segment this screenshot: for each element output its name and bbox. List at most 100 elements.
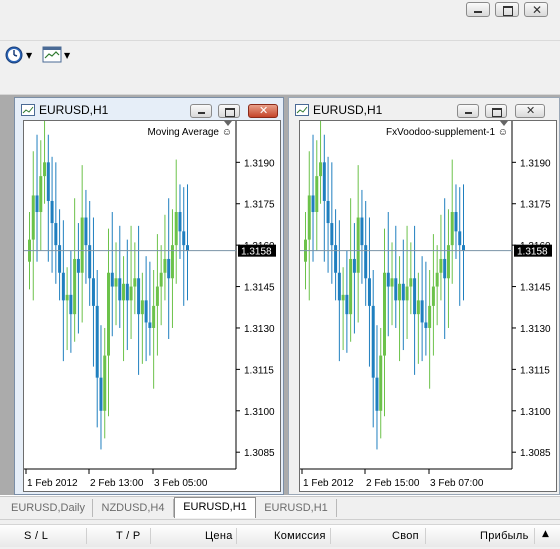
candle-body xyxy=(375,377,379,411)
x-tick-label: 2 Feb 15:00 xyxy=(366,478,420,489)
candle-body xyxy=(65,294,69,301)
window-maximize-button[interactable] xyxy=(485,104,507,118)
candle-body xyxy=(390,278,394,287)
column-divider[interactable] xyxy=(534,528,535,544)
window-minimize-button[interactable] xyxy=(457,104,479,118)
shift-marker-icon xyxy=(224,121,232,126)
column-divider[interactable] xyxy=(330,528,331,544)
column-price[interactable]: Цена xyxy=(205,530,233,542)
candle-body xyxy=(39,176,43,213)
candle-body xyxy=(148,322,152,328)
chart-window-dropdown-button[interactable]: ▼ xyxy=(42,45,70,65)
chart-window-icon xyxy=(42,46,62,63)
candle-body xyxy=(61,272,65,301)
candle-body xyxy=(307,195,311,240)
column-sl[interactable]: S / L xyxy=(24,530,48,542)
candle-body xyxy=(458,231,462,246)
candle-body xyxy=(133,278,137,287)
price-tag-label: 1.3158 xyxy=(517,247,548,258)
app-restore-button[interactable] xyxy=(495,2,519,17)
candle-body xyxy=(356,217,360,273)
candle-body xyxy=(383,272,386,356)
restore-icon xyxy=(503,6,513,16)
indicator-label: Moving Average ☺ xyxy=(147,127,232,138)
candle-body xyxy=(174,212,178,246)
minimize-icon xyxy=(474,11,482,13)
candle-body xyxy=(73,258,77,315)
y-tick-label: 1.3175 xyxy=(244,200,275,211)
candle-body xyxy=(371,305,375,378)
column-commission[interactable]: Комиссия xyxy=(274,530,326,542)
window-maximize-button[interactable] xyxy=(218,104,240,118)
column-profit[interactable]: Прибыль xyxy=(480,530,529,542)
column-tp[interactable]: T / P xyxy=(116,530,141,542)
y-tick-label: 1.3085 xyxy=(520,448,551,459)
column-divider[interactable] xyxy=(425,528,426,544)
x-tick-label: 1 Feb 2012 xyxy=(27,478,78,489)
candle-body xyxy=(114,278,118,287)
candle-body xyxy=(125,283,129,301)
window-close-button[interactable]: ✕ xyxy=(248,104,278,118)
candle-body xyxy=(31,195,35,240)
candle-body xyxy=(326,200,330,224)
candle-body xyxy=(80,217,84,273)
y-tick-label: 1.3130 xyxy=(520,324,551,335)
candle-body xyxy=(439,258,443,273)
column-divider[interactable] xyxy=(236,528,237,544)
close-icon: ✕ xyxy=(259,104,269,117)
window-title-text: EURUSD,H1 xyxy=(39,103,109,117)
candle-body xyxy=(330,223,334,246)
chart-canvas: Moving Average ☺1.31901.31751.31601.3145… xyxy=(24,121,276,489)
tab-eurusd-h1[interactable]: EURUSD,H1 xyxy=(256,499,337,517)
price-chart[interactable]: Moving Average ☺1.31901.31751.31601.3145… xyxy=(23,120,281,492)
clock-dropdown-button[interactable]: ▼ xyxy=(4,45,32,65)
app-minimize-button[interactable] xyxy=(466,2,490,17)
candle-body xyxy=(137,278,141,315)
column-divider[interactable] xyxy=(150,528,151,544)
price-tag-label: 1.3158 xyxy=(241,247,272,258)
candle-body xyxy=(379,355,383,411)
column-swap[interactable]: Своп xyxy=(392,530,419,542)
candle-body xyxy=(315,176,319,213)
candle-body xyxy=(416,300,420,315)
candle-body xyxy=(420,300,424,323)
chevron-down-icon: ▼ xyxy=(64,50,71,60)
app-close-button[interactable]: ✕ xyxy=(524,2,548,17)
candle-body xyxy=(367,278,371,306)
price-chart[interactable]: FxVoodoo-supplement-1 ☺1.31901.31751.316… xyxy=(299,120,557,492)
candle-body xyxy=(401,283,405,301)
candle-body xyxy=(364,245,368,279)
indicator-label: FxVoodoo-supplement-1 ☺ xyxy=(386,127,508,138)
app-titlebar: ✕ xyxy=(0,0,560,22)
window-close-button[interactable]: ✕ xyxy=(515,104,545,118)
candle-body xyxy=(122,283,126,301)
candle-body xyxy=(129,286,133,301)
y-tick-label: 1.3100 xyxy=(244,407,275,418)
y-tick-label: 1.3115 xyxy=(520,365,550,376)
chart-tabs: EURUSD,Daily NZDUSD,H4 EURUSD,H1 EURUSD,… xyxy=(0,496,560,519)
window-title: EURUSD,H1 xyxy=(295,102,382,118)
candle-body xyxy=(409,278,413,287)
tab-eurusd-daily[interactable]: EURUSD,Daily xyxy=(4,499,93,517)
tab-eurusd-h1-active[interactable]: EURUSD,H1 xyxy=(174,497,256,518)
chart-window-1[interactable]: EURUSD,H1 ✕ Moving Average ☺ 1.3190 1.3175… xyxy=(14,97,284,495)
column-divider[interactable] xyxy=(86,528,87,544)
toolbar-separator xyxy=(0,40,560,41)
minimize-icon xyxy=(465,112,472,114)
x-tick-label: 2 Feb 13:00 xyxy=(90,478,144,489)
chart-canvas: FxVoodoo-supplement-1 ☺1.31901.31751.316… xyxy=(300,121,552,489)
tab-nzdusd-h4[interactable]: NZDUSD,H4 xyxy=(93,499,174,517)
candle-body xyxy=(319,162,323,177)
y-tick-label: 1.3085 xyxy=(244,448,275,459)
candle-body xyxy=(84,217,88,246)
candle-body xyxy=(43,162,47,177)
candle-body xyxy=(95,305,99,378)
candle-body xyxy=(454,212,458,232)
chart-window-2[interactable]: EURUSD,H1 ✕ FxVoodoo-supplement-1 ☺ 1.319… xyxy=(288,97,560,495)
scroll-up-icon[interactable]: ▲ xyxy=(542,529,549,539)
candle-body xyxy=(345,294,349,315)
candle-body xyxy=(431,286,435,306)
window-minimize-button[interactable] xyxy=(190,104,212,118)
candle-body xyxy=(170,245,174,279)
window-title: EURUSD,H1 xyxy=(21,102,108,118)
